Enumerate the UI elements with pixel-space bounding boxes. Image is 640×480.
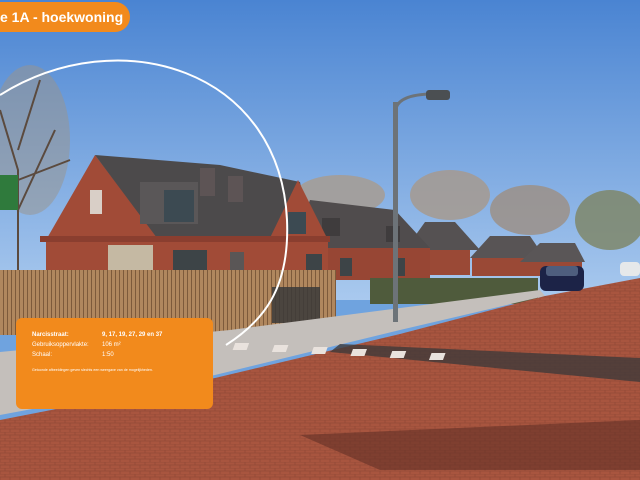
info-label: Schaal: [32,352,53,358]
info-value: 1:50 [102,352,114,358]
info-row-area: Gebruiksoppervlakte: 106 m² [32,340,199,350]
disclaimer-note: Getoonde afbeeldingen geven slechts een … [32,368,153,372]
street-sign-icon [0,175,18,210]
info-row-scale: Schaal: 1:50 [32,350,199,360]
info-value: 106 m² [102,342,121,348]
info-card: Narcisstraat: 9, 17, 19, 27, 29 en 37 Ge… [16,318,213,409]
info-label: Narcisstraat: [32,332,69,338]
info-label: Gebruiksoppervlakte: [32,342,89,348]
gate [272,287,320,323]
info-row-street: Narcisstraat: 9, 17, 19, 27, 29 en 37 [32,330,199,340]
section-title-pill: e 1A - hoekwoning [0,2,130,32]
info-value: 9, 17, 19, 27, 29 en 37 [102,332,163,338]
